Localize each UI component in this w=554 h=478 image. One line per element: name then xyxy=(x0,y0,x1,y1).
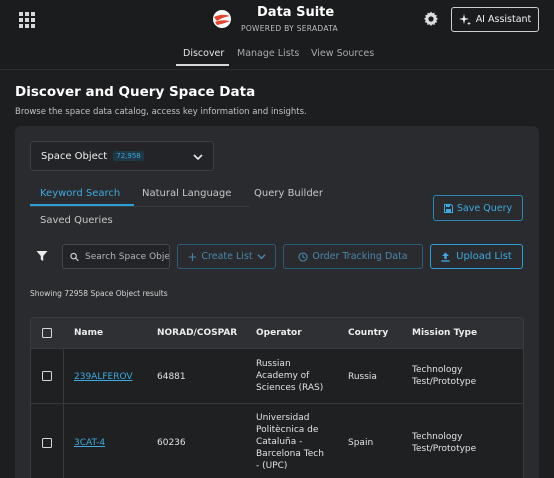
object-count-badge: 72,958 xyxy=(113,151,144,161)
country-cell: Russia xyxy=(348,372,377,382)
tab-query-builder[interactable]: Query Builder xyxy=(254,188,323,199)
search-icon xyxy=(70,252,79,261)
logo-icon xyxy=(213,10,231,28)
results-table: Name NORAD/COSPAR Operator Country Missi… xyxy=(30,317,524,478)
powered-by-text: POWERED BY SERADATA xyxy=(241,24,338,33)
operator-line: Academy of xyxy=(256,371,310,381)
order-tracking-label: Order Tracking Data xyxy=(312,251,408,262)
upload-list-button[interactable]: Upload List xyxy=(430,244,523,269)
operator-line: Barcelona Tech xyxy=(256,449,324,459)
mission-line: Test/Prototype xyxy=(412,444,477,454)
operator-line: Cataluña - xyxy=(256,437,303,447)
mission-line: Technology xyxy=(412,365,463,375)
norad-cell: 64881 xyxy=(157,372,186,382)
plus-icon: + xyxy=(187,249,198,264)
app-title: Data Suite xyxy=(257,5,335,20)
search-input[interactable] xyxy=(85,251,169,262)
mission-type-cell: Technology Test/Prototype xyxy=(412,431,476,455)
operator-line: Politècnica de xyxy=(256,425,319,435)
object-type-select[interactable]: Space Object 72,958 xyxy=(30,141,214,171)
column-header-norad[interactable]: NORAD/COSPAR xyxy=(157,328,237,338)
operator-line: Sciences (RAS) xyxy=(256,383,324,393)
upload-icon xyxy=(441,252,450,262)
chevron-down-icon xyxy=(257,254,266,260)
page-subtitle: Browse the space data catalog, access ke… xyxy=(15,107,307,117)
norad-cell: 60236 xyxy=(157,438,186,448)
ai-assistant-label: AI Assistant xyxy=(475,14,532,25)
operator-line: Universidad xyxy=(256,413,310,423)
filter-icon[interactable] xyxy=(36,250,48,262)
save-query-label: Save Query xyxy=(456,202,513,214)
nav-active-indicator xyxy=(176,64,229,66)
row-checkbox[interactable] xyxy=(42,438,52,448)
gear-icon[interactable] xyxy=(423,11,439,27)
mission-type-cell: Technology Test/Prototype xyxy=(412,364,476,388)
tab-divider xyxy=(30,206,250,207)
results-count: Showing 72958 Space Object results xyxy=(30,289,168,298)
column-header-country[interactable]: Country xyxy=(348,328,388,338)
operator-cell: Russian Academy of Sciences (RAS) xyxy=(256,358,323,394)
row-checkbox[interactable] xyxy=(42,371,52,381)
operator-line: - (UPC) xyxy=(256,461,288,471)
save-query-button[interactable]: Save Query xyxy=(433,195,523,221)
tab-natural-language[interactable]: Natural Language xyxy=(142,188,231,199)
operator-cell: Universidad Politècnica de Cataluña - Ba… xyxy=(256,412,324,472)
upload-list-label: Upload List xyxy=(456,251,512,262)
chevron-down-icon xyxy=(193,154,203,161)
column-header-name[interactable]: Name xyxy=(74,328,103,338)
search-box[interactable] xyxy=(62,244,170,269)
operator-line: Russian xyxy=(256,359,291,369)
table-row[interactable]: 3CAT-4 60236 Universidad Politècnica de … xyxy=(31,403,523,478)
object-type-label: Space Object xyxy=(41,150,108,162)
object-name-link[interactable]: 239ALFEROV xyxy=(74,371,133,383)
apps-grid-icon[interactable] xyxy=(19,12,35,28)
ai-assistant-button[interactable]: AI Assistant xyxy=(451,7,539,32)
create-list-button[interactable]: + Create List xyxy=(177,244,276,269)
create-list-label: Create List xyxy=(201,251,253,262)
column-header-mission-type[interactable]: Mission Type xyxy=(412,328,477,338)
select-all-checkbox[interactable] xyxy=(42,328,52,338)
table-header: Name NORAD/COSPAR Operator Country Missi… xyxy=(31,318,523,348)
sparkle-icon xyxy=(458,13,471,25)
mission-line: Test/Prototype xyxy=(412,377,477,387)
tab-keyword-search[interactable]: Keyword Search xyxy=(40,188,120,199)
country-cell: Spain xyxy=(348,438,374,448)
column-header-operator[interactable]: Operator xyxy=(256,328,302,338)
mission-line: Technology xyxy=(412,432,463,442)
order-tracking-button[interactable]: Order Tracking Data xyxy=(283,244,423,269)
save-icon xyxy=(443,203,453,213)
nav-manage-lists[interactable]: Manage Lists xyxy=(237,48,299,59)
tab-saved-queries[interactable]: Saved Queries xyxy=(40,215,113,226)
main-nav: Discover Manage Lists View Sources xyxy=(0,48,554,68)
nav-discover[interactable]: Discover xyxy=(183,48,224,59)
page-title: Discover and Query Space Data xyxy=(15,84,256,100)
clock-icon xyxy=(298,251,308,262)
nav-view-sources[interactable]: View Sources xyxy=(311,48,374,59)
object-name-link[interactable]: 3CAT-4 xyxy=(74,437,105,449)
tab-active-indicator xyxy=(30,204,134,206)
table-row[interactable]: 239ALFEROV 64881 Russian Academy of Scie… xyxy=(31,348,523,403)
